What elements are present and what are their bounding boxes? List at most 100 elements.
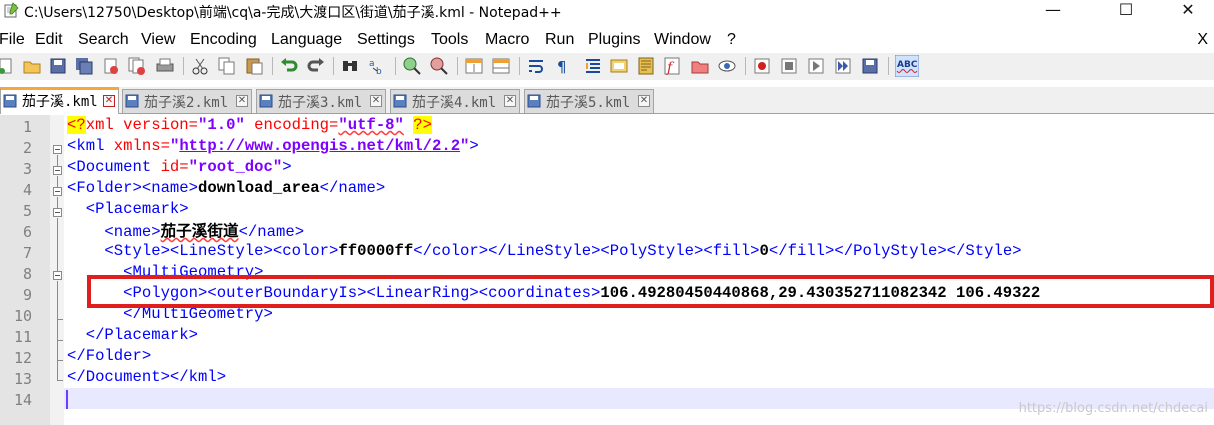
tag: <name> [67, 223, 161, 241]
menu-plugins[interactable]: Plugins [588, 31, 640, 49]
word-wrap-icon[interactable] [526, 56, 546, 76]
fold-toggle-icon[interactable] [53, 271, 62, 280]
attr-name: id= [160, 158, 189, 176]
tab-file-2[interactable]: 茄子溪2.kml ✕ [122, 89, 252, 113]
line-number: 11 [13, 328, 32, 346]
tab-close-icon[interactable]: ✕ [638, 95, 650, 107]
line-number: 10 [13, 307, 32, 325]
print-icon[interactable] [155, 56, 175, 76]
save-macro-icon[interactable] [860, 56, 880, 76]
fold-toggle-icon[interactable] [53, 166, 62, 175]
menu-help[interactable]: ? [727, 31, 736, 49]
replace-icon[interactable]: ab [367, 56, 387, 76]
close-window-button[interactable]: ✕ [1165, 0, 1211, 22]
spell-check-icon[interactable]: ABC [895, 55, 919, 77]
sync-horizontal-icon[interactable] [491, 56, 511, 76]
toolbar-separator [457, 57, 458, 75]
line-number: 6 [22, 223, 32, 241]
line-number: 12 [13, 349, 32, 367]
tag: > [469, 137, 479, 155]
menu-language[interactable]: Language [271, 31, 342, 49]
tab-close-icon[interactable]: ✕ [370, 95, 382, 107]
tab-label: 茄子溪.kml [22, 94, 98, 110]
menu-tools[interactable]: Tools [431, 31, 468, 49]
doc-map-icon[interactable] [636, 56, 656, 76]
maximize-button[interactable]: ☐ [1103, 0, 1149, 22]
menu-edit[interactable]: Edit [35, 31, 63, 49]
redo-icon[interactable] [306, 56, 326, 76]
quote: " [169, 137, 180, 155]
tag: </fill></PolyStyle></Style> [768, 242, 1022, 260]
menu-window[interactable]: Window [654, 31, 711, 49]
svg-text:ABC: ABC [897, 60, 918, 70]
xml-decl: xml version= [85, 116, 199, 134]
tab-close-icon[interactable]: ✕ [504, 95, 516, 107]
zoom-out-icon[interactable] [429, 56, 449, 76]
copy-icon[interactable] [217, 56, 237, 76]
menu-encoding[interactable]: Encoding [190, 31, 257, 49]
code-line-13: </Document></kml> [67, 367, 226, 388]
run-macro-multiple-icon[interactable] [833, 56, 853, 76]
menu-run[interactable]: Run [545, 31, 574, 49]
text-content: download_area [198, 179, 320, 197]
close-icon[interactable] [101, 56, 121, 76]
menu-macro[interactable]: Macro [485, 31, 529, 49]
tab-file-1[interactable]: 茄子溪.kml ✕ [0, 87, 119, 114]
tab-file-5[interactable]: 茄子溪5.kml ✕ [524, 89, 654, 113]
window-title: C:\Users\12750\Desktop\前端\cq\a-完成\大渡口区\街… [24, 5, 562, 21]
paste-icon[interactable] [244, 56, 264, 76]
tab-label: 茄子溪2.kml [144, 95, 229, 111]
close-all-icon[interactable] [127, 56, 147, 76]
fold-toggle-icon[interactable] [53, 187, 62, 196]
namespace-link[interactable]: http://www.opengis.net/kml/2.2 [179, 137, 460, 155]
code-line-3: <Document id="root_doc"> [67, 157, 292, 178]
tag: </Placemark> [67, 326, 199, 344]
monitor-icon[interactable] [717, 56, 737, 76]
menu-file[interactable]: File [0, 31, 25, 49]
save-all-icon[interactable] [74, 56, 94, 76]
text-content: ff0000ff [338, 242, 414, 260]
tab-close-icon[interactable]: ✕ [103, 95, 115, 107]
editor-area[interactable]: 1 2 3 4 5 6 7 8 9 10 11 12 13 14 <?xml v… [0, 115, 1214, 425]
cut-icon[interactable] [190, 56, 210, 76]
menu-search[interactable]: Search [78, 31, 129, 49]
code-line-4: <Folder><name>download_area</name> [67, 178, 385, 199]
tab-file-4[interactable]: 茄子溪4.kml ✕ [390, 89, 520, 113]
indent-guide-icon[interactable] [583, 56, 603, 76]
line-number: 1 [22, 118, 32, 136]
user-language-icon[interactable] [609, 56, 629, 76]
line-number: 14 [13, 391, 32, 409]
stop-record-icon[interactable] [779, 56, 799, 76]
line-number: 4 [22, 181, 32, 199]
open-file-icon[interactable] [22, 56, 42, 76]
saved-file-icon [125, 94, 139, 108]
close-document-button[interactable]: X [1197, 31, 1208, 49]
menu-settings[interactable]: Settings [357, 31, 415, 49]
function-list-icon[interactable]: f [662, 56, 682, 76]
save-icon[interactable] [48, 56, 68, 76]
tab-close-icon[interactable]: ✕ [236, 95, 248, 107]
toolbar: ab ¶ f ABC [0, 53, 1214, 80]
fold-guide [57, 281, 58, 319]
zoom-in-icon[interactable] [402, 56, 422, 76]
fold-toggle-icon[interactable] [53, 208, 62, 217]
attr-value: "1.0" [198, 116, 245, 134]
toolbar-separator [395, 57, 396, 75]
minimize-button[interactable]: — [1030, 0, 1076, 22]
tag: <kml [67, 137, 114, 155]
folder-workspace-icon[interactable] [690, 56, 710, 76]
show-all-chars-icon[interactable]: ¶ [553, 56, 573, 76]
menu-view[interactable]: View [141, 31, 175, 49]
text-caret [66, 390, 68, 409]
svg-text:a: a [369, 59, 375, 69]
play-macro-icon[interactable] [806, 56, 826, 76]
sync-vertical-icon[interactable] [464, 56, 484, 76]
fold-guide [57, 197, 58, 208]
undo-icon[interactable] [279, 56, 299, 76]
record-macro-icon[interactable] [752, 56, 772, 76]
tab-file-3[interactable]: 茄子溪3.kml ✕ [256, 89, 386, 113]
find-icon[interactable] [340, 56, 360, 76]
fold-toggle-icon[interactable] [53, 145, 62, 154]
new-file-icon[interactable] [0, 56, 16, 76]
